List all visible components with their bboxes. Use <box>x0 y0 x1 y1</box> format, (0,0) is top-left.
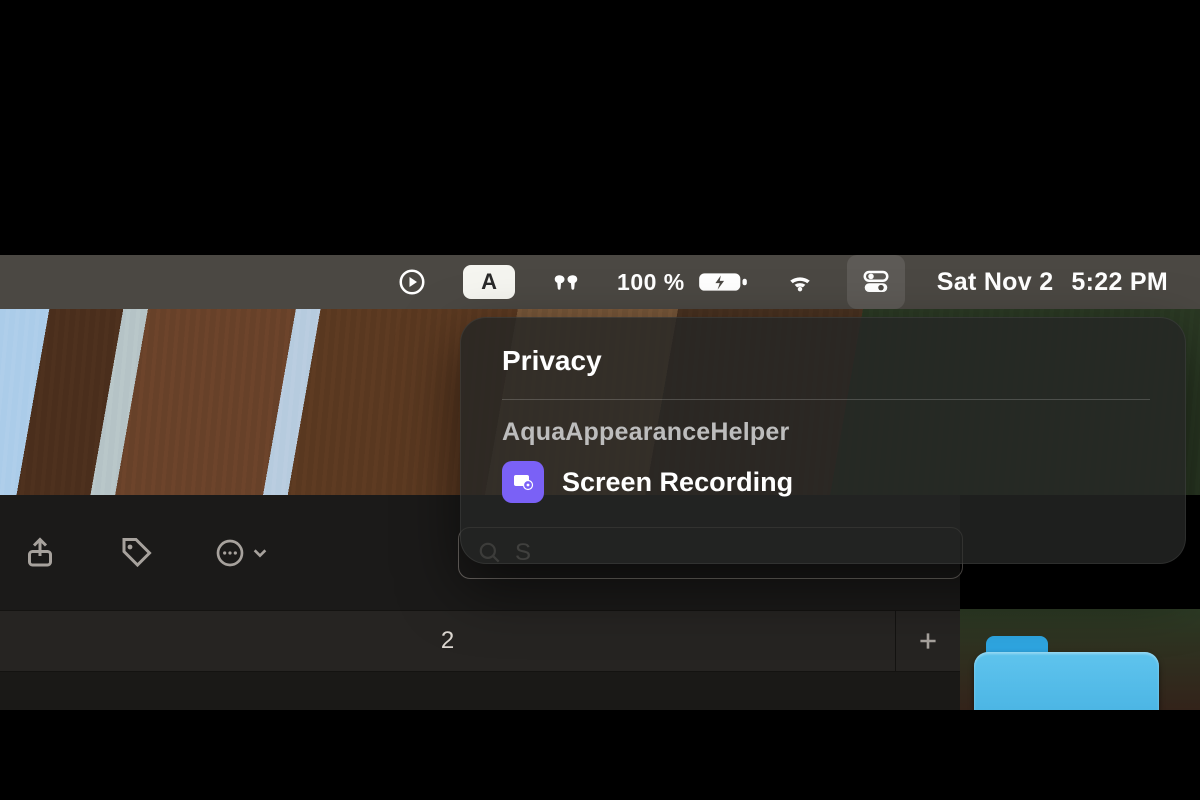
battery-charging-icon <box>697 267 749 297</box>
wifi-menu-extra[interactable] <box>781 255 819 309</box>
battery-menu-extra[interactable]: 100 % <box>613 255 753 309</box>
privacy-panel-divider <box>502 399 1150 400</box>
wifi-icon <box>785 267 815 297</box>
control-center-privacy-panel: Privacy AquaAppearanceHelper Screen Reco… <box>460 317 1186 564</box>
airpods-menu-extra[interactable] <box>547 255 585 309</box>
input-source-menu-extra[interactable]: A <box>459 255 519 309</box>
control-center-icon <box>861 267 891 297</box>
share-icon <box>22 535 58 571</box>
finder-tab-label: 2 <box>441 627 454 655</box>
privacy-permission-label: Screen Recording <box>562 467 793 498</box>
plus-icon <box>915 628 941 654</box>
letterbox-bottom <box>0 710 1200 800</box>
menubar-date: Sat Nov 2 <box>937 268 1054 297</box>
more-actions-button[interactable] <box>214 533 268 573</box>
finder-tab[interactable]: 2 <box>0 611 895 671</box>
ellipsis-circle-icon <box>214 535 246 571</box>
privacy-app-name: AquaAppearanceHelper <box>502 418 1150 447</box>
input-source-badge: A <box>463 265 515 299</box>
chevron-down-icon <box>252 535 268 571</box>
control-center-menu-extra[interactable] <box>847 255 905 309</box>
menubar: A 100 % Sat Nov 2 5:22 PM <box>0 255 1200 309</box>
now-playing-menu-extra[interactable] <box>393 255 431 309</box>
tags-button[interactable] <box>118 533 154 573</box>
privacy-panel-title: Privacy <box>502 345 1150 377</box>
play-circle-icon <box>397 267 427 297</box>
finder-tabbar: 2 <box>0 610 960 672</box>
clock-menu-extra[interactable]: Sat Nov 2 5:22 PM <box>933 255 1172 309</box>
tag-icon <box>118 535 154 571</box>
menubar-time: 5:22 PM <box>1071 268 1168 297</box>
airpods-icon <box>551 267 581 297</box>
screen-recording-icon <box>502 461 544 503</box>
battery-percent-label: 100 % <box>617 269 685 296</box>
privacy-permission-row[interactable]: Screen Recording <box>502 461 1150 503</box>
share-button[interactable] <box>22 533 58 573</box>
new-tab-button[interactable] <box>895 611 960 671</box>
finder-content <box>0 672 960 712</box>
